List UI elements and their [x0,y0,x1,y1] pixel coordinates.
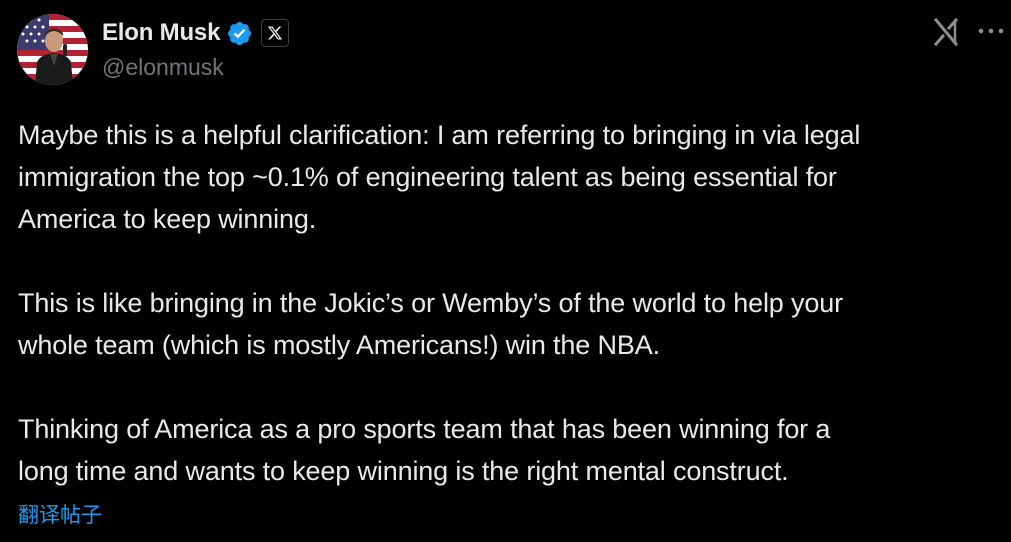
more-horizontal-icon[interactable] [976,21,1006,41]
verified-badge-icon[interactable] [226,20,253,47]
grok-icon[interactable] [930,16,962,48]
translate-post-link[interactable]: 翻译帖子 [18,499,102,529]
tweet-text: Maybe this is a helpful clarification: I… [18,114,998,492]
tweet-paragraph: Thinking of America as a pro sports team… [18,414,831,486]
tweet-paragraph: Maybe this is a helpful clarification: I… [18,120,861,234]
tweet-paragraph: This is like bringing in the Jokic’s or … [18,288,843,360]
author-name-row: Elon Musk [102,16,290,50]
avatar-image [17,14,88,85]
author-display-name[interactable]: Elon Musk [102,19,220,47]
author-handle[interactable]: @elonmusk [102,54,224,81]
avatar[interactable] [17,14,88,85]
x-logo-icon[interactable] [261,19,290,47]
